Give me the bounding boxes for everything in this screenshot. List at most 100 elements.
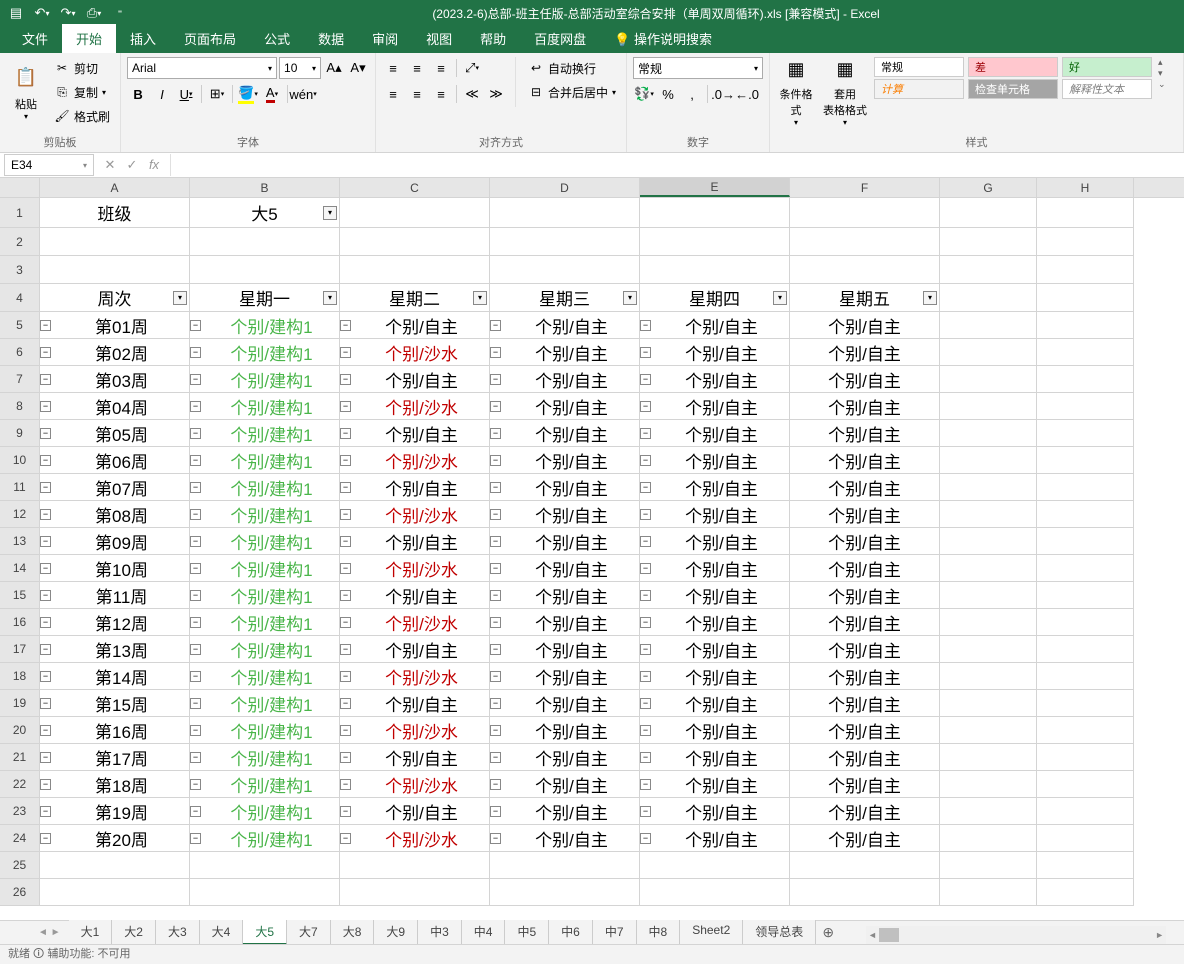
cell-B26[interactable]	[190, 879, 340, 906]
cut-button[interactable]: ✂剪切	[50, 57, 114, 79]
cell-B6[interactable]: −个别/建构1	[190, 339, 340, 366]
cell-H7[interactable]	[1037, 366, 1134, 393]
collapse-icon[interactable]: −	[40, 509, 51, 520]
collapse-icon[interactable]: −	[340, 698, 351, 709]
filter-icon[interactable]: ▾	[923, 291, 937, 305]
cell-F11[interactable]: 个别/自主	[790, 474, 940, 501]
paste-button[interactable]: 📋 粘贴 ▾	[6, 57, 46, 127]
cell-G26[interactable]	[940, 879, 1037, 906]
cell-F16[interactable]: 个别/自主	[790, 609, 940, 636]
row-header-5[interactable]: 5	[0, 312, 40, 339]
row-header-9[interactable]: 9	[0, 420, 40, 447]
collapse-icon[interactable]: −	[40, 833, 51, 844]
collapse-icon[interactable]: −	[40, 428, 51, 439]
collapse-icon[interactable]: −	[490, 698, 501, 709]
formula-input[interactable]	[170, 154, 1184, 176]
border-button[interactable]: ⊞▾	[206, 83, 228, 105]
conditional-format-button[interactable]: ▦ 条件格式▾	[776, 57, 816, 127]
cell-F7[interactable]: 个别/自主	[790, 366, 940, 393]
cell-A9[interactable]: −第05周	[40, 420, 190, 447]
align-top-button[interactable]: ≡	[382, 57, 404, 79]
cell-D3[interactable]	[490, 256, 640, 284]
cell-G25[interactable]	[940, 852, 1037, 879]
cell-A1[interactable]: 班级	[40, 198, 190, 228]
number-format-combo[interactable]: 常规▾	[633, 57, 763, 79]
cell-C4[interactable]: 星期二▾	[340, 284, 490, 312]
cell-F8[interactable]: 个别/自主	[790, 393, 940, 420]
sheet-tab-中3[interactable]: 中3	[418, 920, 462, 945]
cell-D15[interactable]: −个别/自主	[490, 582, 640, 609]
cell-G8[interactable]	[940, 393, 1037, 420]
collapse-icon[interactable]: −	[490, 779, 501, 790]
ribbon-tab-文件[interactable]: 文件	[8, 24, 62, 53]
collapse-icon[interactable]: −	[340, 563, 351, 574]
cell-C21[interactable]: −个别/自主	[340, 744, 490, 771]
cell-G3[interactable]	[940, 256, 1037, 284]
collapse-icon[interactable]: −	[490, 806, 501, 817]
cell-F5[interactable]: 个别/自主	[790, 312, 940, 339]
cell-F2[interactable]	[790, 228, 940, 256]
cell-D1[interactable]	[490, 198, 640, 228]
sheet-tab-大4[interactable]: 大4	[200, 920, 244, 945]
cell-C8[interactable]: −个别/沙水	[340, 393, 490, 420]
sheet-tab-中6[interactable]: 中6	[549, 920, 593, 945]
collapse-icon[interactable]: −	[40, 455, 51, 466]
cell-H9[interactable]	[1037, 420, 1134, 447]
collapse-icon[interactable]: −	[640, 644, 651, 655]
cell-H5[interactable]	[1037, 312, 1134, 339]
cell-B2[interactable]	[190, 228, 340, 256]
row-header-23[interactable]: 23	[0, 798, 40, 825]
collapse-icon[interactable]: −	[340, 509, 351, 520]
collapse-icon[interactable]: −	[190, 455, 201, 466]
cell-B9[interactable]: −个别/建构1	[190, 420, 340, 447]
cell-B20[interactable]: −个别/建构1	[190, 717, 340, 744]
cell-G17[interactable]	[940, 636, 1037, 663]
cell-C18[interactable]: −个别/沙水	[340, 663, 490, 690]
row-header-25[interactable]: 25	[0, 852, 40, 879]
cell-G4[interactable]	[940, 284, 1037, 312]
collapse-icon[interactable]: −	[640, 320, 651, 331]
cell-G12[interactable]	[940, 501, 1037, 528]
cell-H6[interactable]	[1037, 339, 1134, 366]
cell-E12[interactable]: −个别/自主	[640, 501, 790, 528]
cell-H23[interactable]	[1037, 798, 1134, 825]
cell-H8[interactable]	[1037, 393, 1134, 420]
cell-B14[interactable]: −个别/建构1	[190, 555, 340, 582]
collapse-icon[interactable]: −	[490, 833, 501, 844]
cell-B21[interactable]: −个别/建构1	[190, 744, 340, 771]
phonetic-button[interactable]: wén▾	[292, 83, 314, 105]
cell-D14[interactable]: −个别/自主	[490, 555, 640, 582]
collapse-icon[interactable]: −	[490, 320, 501, 331]
collapse-icon[interactable]: −	[640, 752, 651, 763]
collapse-icon[interactable]: −	[640, 482, 651, 493]
cell-C7[interactable]: −个别/自主	[340, 366, 490, 393]
collapse-icon[interactable]: −	[340, 833, 351, 844]
scroll-left-icon[interactable]: ◄	[866, 930, 879, 940]
cell-E17[interactable]: −个别/自主	[640, 636, 790, 663]
collapse-icon[interactable]: −	[490, 374, 501, 385]
row-header-6[interactable]: 6	[0, 339, 40, 366]
row-header-19[interactable]: 19	[0, 690, 40, 717]
filter-icon[interactable]: ▾	[173, 291, 187, 305]
collapse-icon[interactable]: −	[490, 401, 501, 412]
cell-H19[interactable]	[1037, 690, 1134, 717]
align-right-button[interactable]: ≡	[430, 83, 452, 105]
cell-B22[interactable]: −个别/建构1	[190, 771, 340, 798]
cell-E10[interactable]: −个别/自主	[640, 447, 790, 474]
collapse-icon[interactable]: −	[40, 320, 51, 331]
filter-icon[interactable]: ▾	[623, 291, 637, 305]
cell-D26[interactable]	[490, 879, 640, 906]
cell-F25[interactable]	[790, 852, 940, 879]
save-button[interactable]: ▤	[4, 2, 28, 24]
cell-H4[interactable]	[1037, 284, 1134, 312]
cell-A17[interactable]: −第13周	[40, 636, 190, 663]
cell-G13[interactable]	[940, 528, 1037, 555]
cell-B16[interactable]: −个别/建构1	[190, 609, 340, 636]
collapse-icon[interactable]: −	[340, 644, 351, 655]
comma-button[interactable]: ,	[681, 83, 703, 105]
collapse-icon[interactable]: −	[340, 806, 351, 817]
cell-H14[interactable]	[1037, 555, 1134, 582]
cell-A24[interactable]: −第20周	[40, 825, 190, 852]
cell-A18[interactable]: −第14周	[40, 663, 190, 690]
scroll-thumb[interactable]	[879, 928, 899, 942]
